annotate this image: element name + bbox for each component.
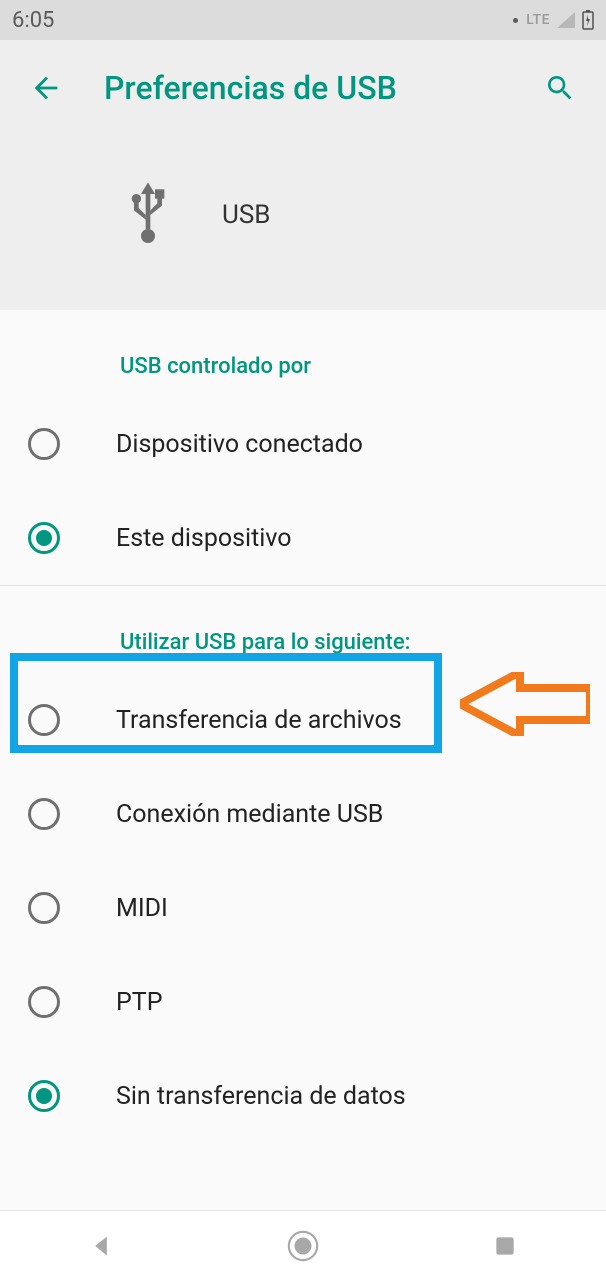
battery-icon xyxy=(582,10,594,30)
app-bar: Preferencias de USB xyxy=(0,40,606,120)
search-button[interactable] xyxy=(538,66,582,110)
radio-label: Transferencia de archivos xyxy=(116,706,402,735)
radio-icon xyxy=(28,428,60,460)
status-time: 6:05 xyxy=(12,8,54,33)
signal-icon xyxy=(556,11,576,29)
nav-back-button[interactable] xyxy=(81,1226,121,1266)
status-right: LTE xyxy=(513,10,594,30)
radio-usb-tethering[interactable]: Conexión mediante USB xyxy=(0,767,606,861)
radio-label: PTP xyxy=(116,988,162,1017)
back-button[interactable] xyxy=(24,66,68,110)
header: Preferencias de USB USB xyxy=(0,40,606,310)
page-title: Preferencias de USB xyxy=(104,69,538,107)
content: USB controlado por Dispositivo conectado… xyxy=(0,310,606,1210)
status-bar: 6:05 LTE xyxy=(0,0,606,40)
section-title-controlled-by: USB controlado por xyxy=(0,310,606,397)
status-dot-icon xyxy=(513,18,518,23)
usb-banner: USB xyxy=(0,120,606,310)
radio-icon xyxy=(28,704,60,736)
nav-back-icon xyxy=(87,1232,115,1260)
search-icon xyxy=(544,72,576,104)
section-title-use-for: Utilizar USB para lo siguiente: xyxy=(0,586,606,673)
usb-icon xyxy=(120,177,176,253)
status-network: LTE xyxy=(526,12,550,28)
radio-ptp[interactable]: PTP xyxy=(0,955,606,1049)
radio-label: Dispositivo conectado xyxy=(116,430,363,459)
nav-home-icon xyxy=(286,1229,320,1263)
radio-this-device[interactable]: Este dispositivo xyxy=(0,491,606,585)
radio-checked-icon xyxy=(28,522,60,554)
radio-icon xyxy=(28,798,60,830)
nav-recent-button[interactable] xyxy=(485,1226,525,1266)
radio-no-data-transfer[interactable]: Sin transferencia de datos xyxy=(0,1049,606,1143)
radio-icon xyxy=(28,892,60,924)
radio-checked-icon xyxy=(28,1080,60,1112)
arrow-back-icon xyxy=(29,71,63,105)
usb-banner-label: USB xyxy=(222,200,271,230)
radio-connected-device[interactable]: Dispositivo conectado xyxy=(0,397,606,491)
radio-label: Este dispositivo xyxy=(116,524,292,553)
nav-home-button[interactable] xyxy=(283,1226,323,1266)
radio-icon xyxy=(28,986,60,1018)
radio-label: Sin transferencia de datos xyxy=(116,1082,406,1111)
navigation-bar xyxy=(0,1210,606,1280)
radio-label: MIDI xyxy=(116,894,168,923)
radio-label: Conexión mediante USB xyxy=(116,800,383,829)
nav-recent-icon xyxy=(492,1233,518,1259)
radio-midi[interactable]: MIDI xyxy=(0,861,606,955)
radio-file-transfer[interactable]: Transferencia de archivos xyxy=(0,673,606,767)
